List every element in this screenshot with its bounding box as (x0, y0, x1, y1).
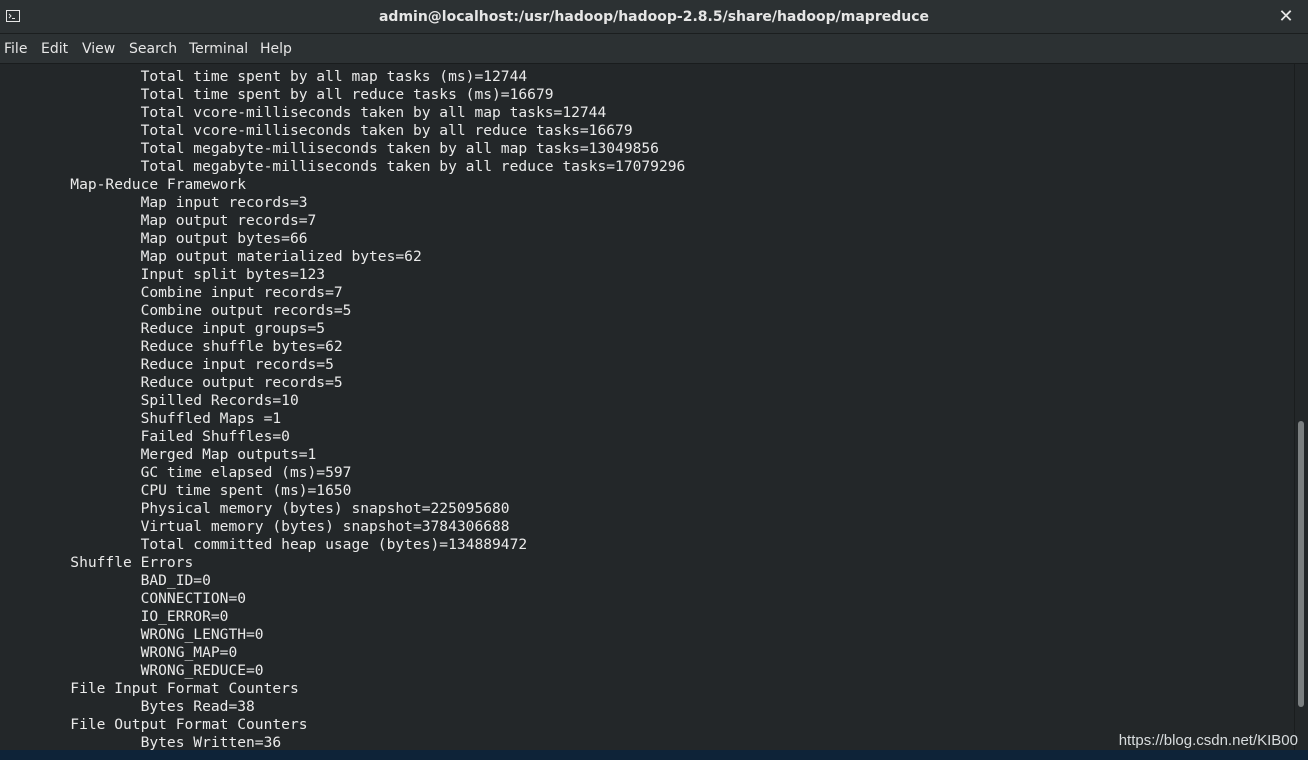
terminal-line: BAD_ID=0 (0, 572, 211, 589)
terminal-line: Combine input records=7 (0, 284, 343, 301)
terminal-line: Map output bytes=66 (0, 230, 308, 247)
terminal-line: Map-Reduce Framework (0, 176, 247, 193)
terminal-line: GC time elapsed (ms)=597 (0, 464, 352, 481)
terminal-line: WRONG_LENGTH=0 (0, 626, 264, 643)
vertical-scrollbar[interactable] (1294, 64, 1308, 750)
terminal-line: WRONG_MAP=0 (0, 644, 238, 661)
terminal-line: Total time spent by all reduce tasks (ms… (0, 86, 554, 103)
close-button[interactable]: ✕ (1274, 5, 1298, 29)
terminal-line: Map output records=7 (0, 212, 317, 229)
menu-search[interactable]: Search (129, 34, 177, 64)
terminal-line: Total vcore-milliseconds taken by all re… (0, 122, 633, 139)
scrollbar-thumb[interactable] (1298, 421, 1304, 707)
watermark-text: https://blog.csdn.net/KIB00 (1118, 732, 1298, 749)
terminal-line: Physical memory (bytes) snapshot=2250956… (0, 500, 510, 517)
menu-help[interactable]: Help (260, 34, 292, 64)
title-bar[interactable]: admin@localhost:/usr/hadoop/hadoop-2.8.5… (0, 0, 1308, 34)
menu-terminal[interactable]: Terminal (189, 34, 248, 64)
terminal-line: Map output materialized bytes=62 (0, 248, 422, 265)
terminal-line: Bytes Read=38 (0, 698, 255, 715)
terminal-line: CPU time spent (ms)=1650 (0, 482, 352, 499)
terminal-line: Failed Shuffles=0 (0, 428, 290, 445)
terminal-line: Input split bytes=123 (0, 266, 326, 283)
terminal-line: CONNECTION=0 (0, 590, 247, 607)
terminal-line: Reduce input records=5 (0, 356, 334, 373)
menu-file[interactable]: File (4, 34, 27, 64)
terminal-line: Virtual memory (bytes) snapshot=37843066… (0, 518, 510, 535)
terminal-line: WRONG_REDUCE=0 (0, 662, 264, 679)
terminal-output[interactable]: Total time spent by all map tasks (ms)=1… (0, 64, 1294, 750)
terminal-line: Total committed heap usage (bytes)=13488… (0, 536, 528, 553)
terminal-line: Total time spent by all map tasks (ms)=1… (0, 68, 528, 85)
terminal-line: Reduce shuffle bytes=62 (0, 338, 343, 355)
terminal-line: Shuffle Errors (0, 554, 194, 571)
terminal-line: Reduce input groups=5 (0, 320, 326, 337)
terminal-line: File Output Format Counters (0, 716, 308, 733)
menu-edit[interactable]: Edit (41, 34, 68, 64)
desktop-strip (0, 750, 1308, 760)
terminal-line: Total megabyte-milliseconds taken by all… (0, 158, 686, 175)
terminal-line: Merged Map outputs=1 (0, 446, 317, 463)
menu-view[interactable]: View (82, 34, 115, 64)
terminal-line: Combine output records=5 (0, 302, 352, 319)
terminal-line: Reduce output records=5 (0, 374, 343, 391)
terminal-line: File Input Format Counters (0, 680, 299, 697)
terminal-line: Total vcore-milliseconds taken by all ma… (0, 104, 607, 121)
terminal-line: Shuffled Maps =1 (0, 410, 282, 427)
terminal-line: IO_ERROR=0 (0, 608, 229, 625)
terminal-line: Total megabyte-milliseconds taken by all… (0, 140, 659, 157)
window-title: admin@localhost:/usr/hadoop/hadoop-2.8.5… (378, 9, 929, 25)
terminal-line: Spilled Records=10 (0, 392, 299, 409)
terminal-line: Bytes Written=36 (0, 734, 282, 750)
menu-bar: File Edit View Search Terminal Help (0, 34, 1308, 64)
terminal-line: Map input records=3 (0, 194, 308, 211)
